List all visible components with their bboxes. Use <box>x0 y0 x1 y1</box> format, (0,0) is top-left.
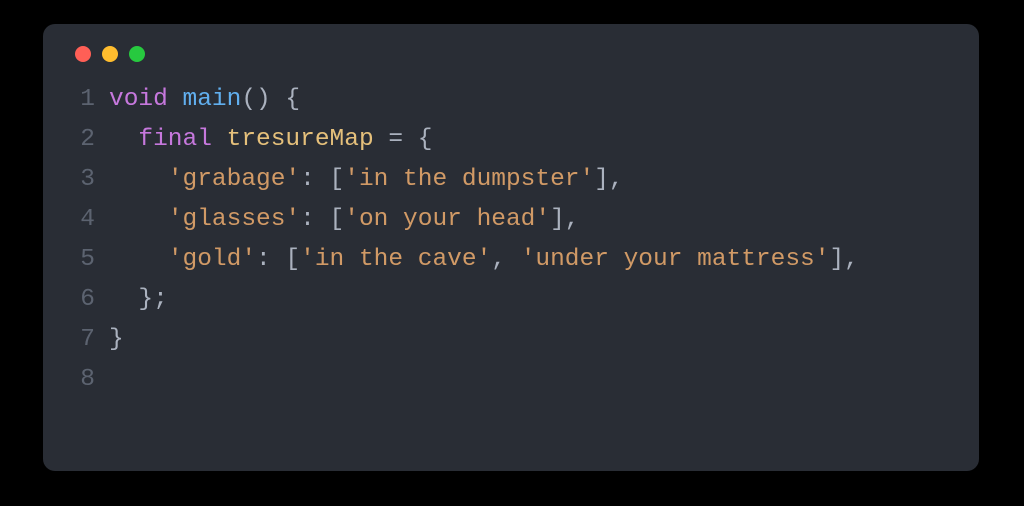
line-number: 3 <box>71 160 95 200</box>
token-pun: , <box>491 246 520 273</box>
indent <box>109 206 168 233</box>
token-kw: void <box>109 86 168 113</box>
code-line: 7} <box>71 320 951 360</box>
token-pun: }; <box>138 286 167 313</box>
token-pun: = { <box>388 126 432 153</box>
token-str: 'under your mattress' <box>521 246 830 273</box>
indent <box>109 126 138 153</box>
line-number: 6 <box>71 280 95 320</box>
token-ident: tresureMap <box>227 126 374 153</box>
code-content: 'glasses': ['on your head'], <box>109 200 580 240</box>
line-number: 1 <box>71 80 95 120</box>
code-line: 5 'gold': ['in the cave', 'under your ma… <box>71 240 951 280</box>
token-kw: final <box>138 126 212 153</box>
code-content: 'gold': ['in the cave', 'under your matt… <box>109 240 859 280</box>
code-line: 8 <box>71 360 951 400</box>
token-pun: ], <box>594 166 623 193</box>
token-str: 'in the dumpster' <box>344 166 594 193</box>
code-block: 1void main() {2 final tresureMap = {3 'g… <box>71 80 951 400</box>
code-line: 6 }; <box>71 280 951 320</box>
zoom-icon[interactable] <box>129 46 145 62</box>
token-str: 'on your head' <box>344 206 550 233</box>
token-txt <box>374 126 389 153</box>
line-number: 2 <box>71 120 95 160</box>
token-str: 'grabage' <box>168 166 300 193</box>
token-pun: : [ <box>300 206 344 233</box>
line-number: 5 <box>71 240 95 280</box>
token-fn: main <box>183 86 242 113</box>
token-pun: ], <box>550 206 579 233</box>
code-content: 'grabage': ['in the dumpster'], <box>109 160 624 200</box>
indent <box>109 286 138 313</box>
code-line: 3 'grabage': ['in the dumpster'], <box>71 160 951 200</box>
indent <box>109 166 168 193</box>
line-number: 8 <box>71 360 95 400</box>
code-line: 2 final tresureMap = { <box>71 120 951 160</box>
token-pun: () { <box>241 86 300 113</box>
code-content: final tresureMap = { <box>109 120 432 160</box>
token-txt <box>168 86 183 113</box>
token-pun: ], <box>829 246 858 273</box>
code-line: 1 void main() { <box>71 80 951 120</box>
code-line: 4 'glasses': ['on your head'], <box>71 200 951 240</box>
minimize-icon[interactable] <box>102 46 118 62</box>
indent <box>109 246 168 273</box>
token-str: 'in the cave' <box>300 246 491 273</box>
token-str: 'glasses' <box>168 206 300 233</box>
token-pun: : [ <box>256 246 300 273</box>
line-number: 4 <box>71 200 95 240</box>
code-content: }; <box>109 280 168 320</box>
window-traffic-lights <box>75 46 951 62</box>
token-pun: } <box>109 326 124 353</box>
token-pun: : [ <box>300 166 344 193</box>
close-icon[interactable] <box>75 46 91 62</box>
code-content: void main() { <box>109 80 300 120</box>
token-str: 'gold' <box>168 246 256 273</box>
token-txt <box>212 126 227 153</box>
code-window: 1void main() {2 final tresureMap = {3 'g… <box>43 24 979 471</box>
line-number: 7 <box>71 320 95 360</box>
code-content: } <box>109 320 124 360</box>
